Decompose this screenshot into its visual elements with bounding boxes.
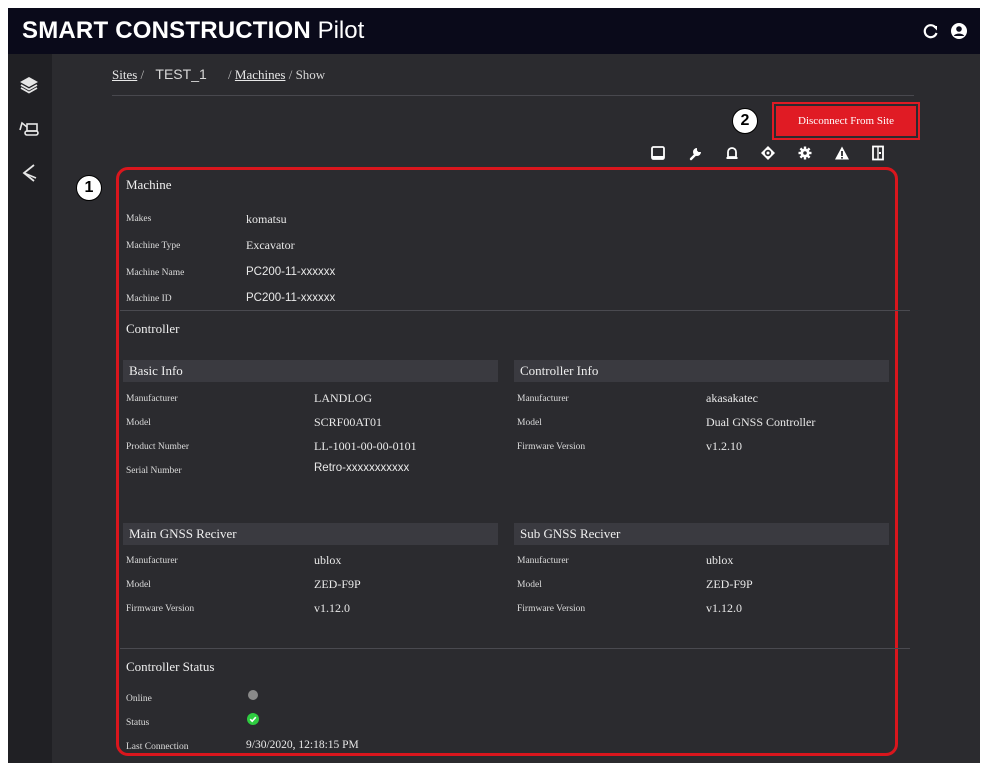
last-connection-value: 9/30/2020, 12:18:15 PM	[246, 739, 359, 751]
brand-name: SMART CONSTRUCTION	[22, 17, 311, 44]
sidebar	[8, 54, 52, 763]
main-gnss-manufacturer-value: ublox	[314, 553, 342, 567]
serial-number-value: Retro-xxxxxxxxxxx	[314, 462, 410, 474]
sub-gnss-model-label: Model	[517, 580, 542, 590]
machine-id-label: Machine ID	[126, 294, 172, 304]
machine-section-title: Machine	[126, 177, 172, 192]
machine-details-panel	[116, 167, 898, 756]
header-divider	[112, 95, 914, 96]
main-gnss-manufacturer-label: Manufacturer	[126, 556, 178, 566]
sub-gnss-heading: Sub GNSS Reciver	[514, 523, 889, 545]
ctrl-firmware-label: Firmware Version	[517, 442, 586, 452]
basic-manufacturer-label: Manufacturer	[126, 394, 178, 404]
main-gnss-heading: Main GNSS Reciver	[123, 523, 498, 545]
breadcrumb: Sites / TEST_1 / Machines / Show	[112, 66, 325, 83]
breadcrumb-machines-link[interactable]: Machines	[235, 67, 286, 82]
document-icon[interactable]	[870, 145, 886, 161]
brand-product: Pilot	[317, 17, 365, 44]
section-divider	[120, 648, 910, 649]
makes-value: komatsu	[246, 212, 287, 226]
last-connection-label: Last Connection	[126, 742, 189, 752]
controller-info-heading: Controller Info	[514, 360, 889, 382]
bell-icon[interactable]	[724, 145, 740, 161]
basic-model-value: SCRF00AT01	[314, 415, 383, 429]
product-number-label: Product Number	[126, 442, 190, 452]
section-divider	[120, 310, 910, 311]
online-indicator	[248, 690, 258, 700]
machine-name-value: PC200-11-xxxxxx	[246, 266, 336, 278]
machine-id-value: PC200-11-xxxxxx	[246, 292, 336, 304]
main-gnss-model-label: Model	[126, 580, 151, 590]
main-gnss-model-value: ZED-F9P	[314, 577, 361, 591]
sub-gnss-firmware-label: Firmware Version	[517, 604, 586, 614]
sub-gnss-manufacturer-label: Manufacturer	[517, 556, 569, 566]
machines-icon[interactable]	[18, 118, 40, 140]
breadcrumb-separator: /	[288, 67, 293, 82]
controller-section-title: Controller	[126, 321, 180, 336]
ctrl-model-value: Dual GNSS Controller	[706, 415, 816, 429]
ctrl-manufacturer-label: Manufacturer	[517, 394, 569, 404]
main-gnss-firmware-value: v1.12.0	[314, 601, 350, 615]
breadcrumb-separator: /	[228, 67, 232, 82]
annotation-badge-1: 1	[76, 175, 102, 201]
app-title[interactable]: SMART CONSTRUCTION Pilot	[22, 17, 364, 45]
breadcrumb-sites-link[interactable]: Sites	[112, 67, 137, 82]
sub-gnss-firmware-value: v1.12.0	[706, 601, 742, 615]
breadcrumb-current: Show	[295, 67, 326, 82]
machine-name-label: Machine Name	[126, 268, 185, 278]
gear-icon[interactable]	[797, 145, 813, 161]
basic-manufacturer-value: LANDLOG	[314, 391, 372, 405]
sub-gnss-model-value: ZED-F9P	[706, 577, 753, 591]
basic-info-heading: Basic Info	[123, 360, 498, 382]
status-ok-check-icon	[247, 713, 259, 725]
warning-icon[interactable]	[834, 145, 850, 161]
product-number-value: LL-1001-00-00-0101	[314, 439, 417, 453]
sub-gnss-manufacturer-value: ublox	[706, 553, 734, 567]
app-window: SMART CONSTRUCTION Pilot Sites / TEST_1 …	[8, 8, 980, 763]
ctrl-manufacturer-value: akasakatec	[706, 391, 758, 405]
excavator-arm-icon[interactable]	[18, 162, 40, 184]
ctrl-firmware-value: v1.2.10	[706, 439, 742, 453]
top-bar: SMART CONSTRUCTION Pilot	[8, 8, 980, 54]
online-label: Online	[126, 694, 152, 704]
main-gnss-firmware-label: Firmware Version	[126, 604, 195, 614]
layers-icon[interactable]	[18, 74, 40, 96]
makes-label: Makes	[126, 214, 152, 224]
machine-type-value: Excavator	[246, 238, 295, 252]
basic-model-label: Model	[126, 418, 151, 428]
breadcrumb-site-name[interactable]: TEST_1	[155, 66, 206, 82]
annotation-badge-2: 2	[732, 108, 758, 134]
machine-type-label: Machine Type	[126, 241, 181, 251]
serial-number-label: Serial Number	[126, 466, 182, 476]
target-icon[interactable]	[760, 145, 776, 161]
breadcrumb-separator: /	[140, 67, 145, 82]
status-label: Status	[126, 718, 150, 728]
user-account-icon[interactable]	[950, 22, 968, 40]
refresh-icon[interactable]	[922, 22, 940, 40]
ctrl-model-label: Model	[517, 418, 542, 428]
tablet-icon[interactable]	[650, 145, 666, 161]
controller-status-title: Controller Status	[126, 659, 215, 674]
wrench-icon[interactable]	[688, 145, 704, 161]
disconnect-from-site-button[interactable]: Disconnect From Site	[772, 102, 920, 140]
